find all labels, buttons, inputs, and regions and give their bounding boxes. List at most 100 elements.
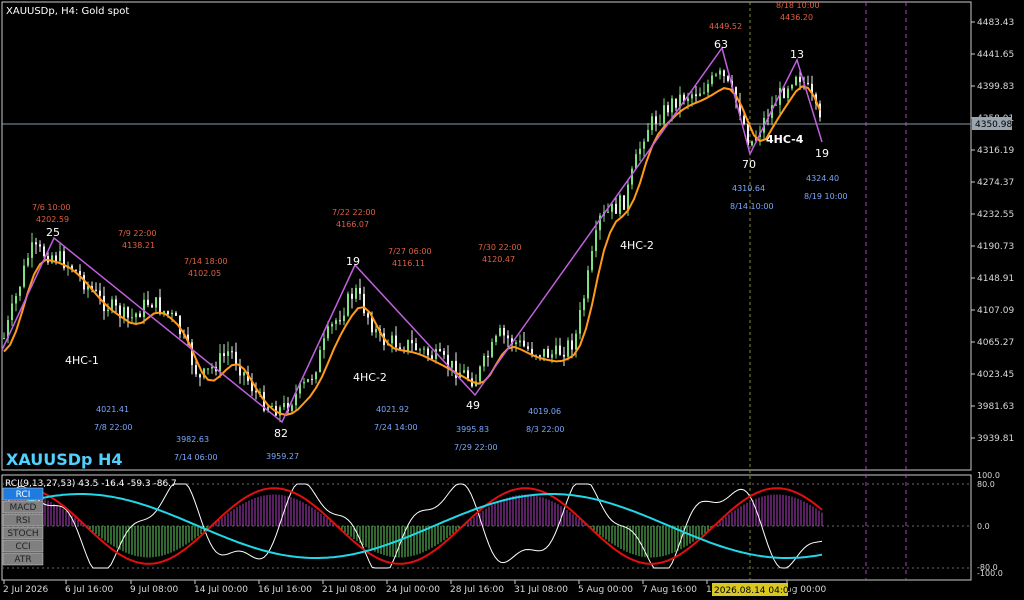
candle-body bbox=[363, 293, 365, 314]
indicator-axis: 100.080.00.0-80.0-100.0 bbox=[977, 471, 1003, 578]
low-label-date: 7/24 14:00 bbox=[374, 423, 418, 432]
wave-label: 4HC-2 bbox=[353, 371, 387, 384]
candle-body bbox=[207, 368, 209, 370]
high-label-price: 4166.07 bbox=[336, 220, 369, 229]
candle-body bbox=[495, 335, 497, 343]
time-axis: 2 Jul 2026 6 Jul 16:00 9 Jul 08:00 14 Jul 0… bbox=[3, 580, 826, 595]
candle-body bbox=[691, 94, 693, 99]
candle-body bbox=[151, 304, 153, 308]
price-tick-label: 4190.73 bbox=[977, 242, 1014, 252]
candle-body bbox=[663, 105, 665, 124]
button-label: ATR bbox=[14, 555, 31, 565]
candle-body bbox=[519, 340, 521, 343]
candle-body bbox=[199, 374, 201, 378]
low-label-date: 8/19 10:00 bbox=[804, 192, 848, 201]
candle-body bbox=[391, 335, 393, 344]
candle-body bbox=[35, 242, 37, 245]
candle-body bbox=[503, 328, 505, 336]
low-label-price: 3995.83 bbox=[456, 425, 489, 434]
price-tick-label: 4274.37 bbox=[977, 178, 1014, 188]
candle-body bbox=[39, 244, 41, 247]
swing-count: 63 bbox=[714, 38, 728, 51]
candle-body bbox=[483, 355, 485, 367]
candle-body bbox=[427, 348, 429, 356]
high-label-price: 4449.52 bbox=[709, 22, 742, 31]
low-label-date: 8/3 22:00 bbox=[526, 425, 564, 434]
candle-body bbox=[31, 242, 33, 258]
time-tick-label: 1 bbox=[706, 585, 712, 595]
candle-body bbox=[131, 317, 133, 319]
candle-body bbox=[523, 340, 525, 347]
candle-body bbox=[615, 203, 617, 214]
indicator-button-rsi[interactable]: RSI bbox=[2, 513, 44, 527]
candle-body bbox=[219, 353, 221, 372]
candle-body bbox=[667, 105, 669, 113]
candle-body bbox=[595, 230, 597, 252]
indicator-button-cci[interactable]: CCI bbox=[2, 539, 44, 553]
window-title: XAUUSDp, H4: Gold spot bbox=[6, 6, 129, 17]
candle-body bbox=[411, 340, 413, 344]
price-tick-label: 4441.65 bbox=[977, 50, 1014, 60]
candle-body bbox=[319, 350, 321, 373]
candle-body bbox=[643, 141, 645, 149]
time-tick-label: 5 Aug 00:00 bbox=[578, 585, 633, 595]
candle-body bbox=[159, 297, 161, 314]
candle-body bbox=[111, 299, 113, 310]
price-tick-label: 4107.09 bbox=[977, 306, 1014, 316]
swing-count: 70 bbox=[742, 158, 756, 171]
low-label-price: 4324.40 bbox=[806, 174, 839, 183]
candle-body bbox=[367, 313, 369, 318]
price-tick-label: 4483.43 bbox=[977, 18, 1014, 28]
high-label-date: 7/30 22:00 bbox=[478, 243, 522, 252]
candle-body bbox=[791, 84, 793, 89]
candle-body bbox=[351, 293, 353, 299]
candle-body bbox=[647, 129, 649, 142]
indicator-button-macd[interactable]: MACD bbox=[2, 500, 44, 514]
candle-body bbox=[751, 141, 753, 146]
candle-body bbox=[587, 270, 589, 299]
candle-body bbox=[315, 372, 317, 380]
candle-body bbox=[19, 286, 21, 296]
candle-body bbox=[359, 287, 361, 294]
candle-body bbox=[143, 299, 145, 318]
candle-body bbox=[175, 312, 177, 316]
chart-window[interactable]: XAUUSDp, H4: Gold spot 7/6 10:004202.597… bbox=[0, 0, 1024, 600]
crosshair-time: 2026.08.14 04:00 bbox=[714, 586, 795, 596]
candle-body bbox=[715, 74, 717, 76]
high-label-date: 7/14 18:00 bbox=[184, 257, 228, 266]
indicator-button-rci[interactable]: RCI bbox=[2, 487, 44, 501]
candle-body bbox=[719, 70, 721, 75]
candle-body bbox=[291, 405, 293, 411]
high-label-price: 4436.20 bbox=[780, 13, 813, 22]
time-tick-label: 14 Jul 00:00 bbox=[194, 585, 248, 595]
price-tick-label: 4023.45 bbox=[977, 370, 1014, 380]
swing-counts: 25 82 19 49 63 70 13 19 bbox=[46, 38, 829, 440]
price-tick-label: 4065.27 bbox=[977, 338, 1014, 348]
candle-body bbox=[243, 372, 245, 376]
indicator-button-stoch[interactable]: STOCH bbox=[2, 526, 44, 540]
candle-body bbox=[515, 342, 517, 345]
time-tick-label: 7 Aug 16:00 bbox=[642, 585, 697, 595]
candle-body bbox=[539, 355, 541, 357]
candle-body bbox=[527, 346, 529, 349]
low-label-price: 4021.92 bbox=[376, 405, 409, 414]
candle-body bbox=[147, 299, 149, 305]
candle-body bbox=[675, 98, 677, 108]
candle-body bbox=[335, 320, 337, 325]
candle-body bbox=[95, 289, 97, 291]
price-tick-label: 3939.81 bbox=[977, 434, 1014, 444]
button-label: RCI bbox=[16, 490, 31, 500]
wave-label: 4HC-2 bbox=[620, 239, 654, 252]
candle-body bbox=[223, 353, 225, 356]
candle-body bbox=[551, 354, 553, 358]
candle-body bbox=[579, 310, 581, 334]
candle-body bbox=[639, 148, 641, 155]
low-label-date: 7/29 22:00 bbox=[454, 443, 498, 452]
high-label-date: 8/18 10:00 bbox=[776, 1, 820, 10]
candle-body bbox=[295, 393, 297, 406]
indicator-button-atr[interactable]: ATR bbox=[2, 552, 44, 566]
candle-body bbox=[303, 381, 305, 384]
candle-body bbox=[171, 312, 173, 315]
candle-body bbox=[707, 83, 709, 93]
candle-body bbox=[559, 345, 561, 355]
